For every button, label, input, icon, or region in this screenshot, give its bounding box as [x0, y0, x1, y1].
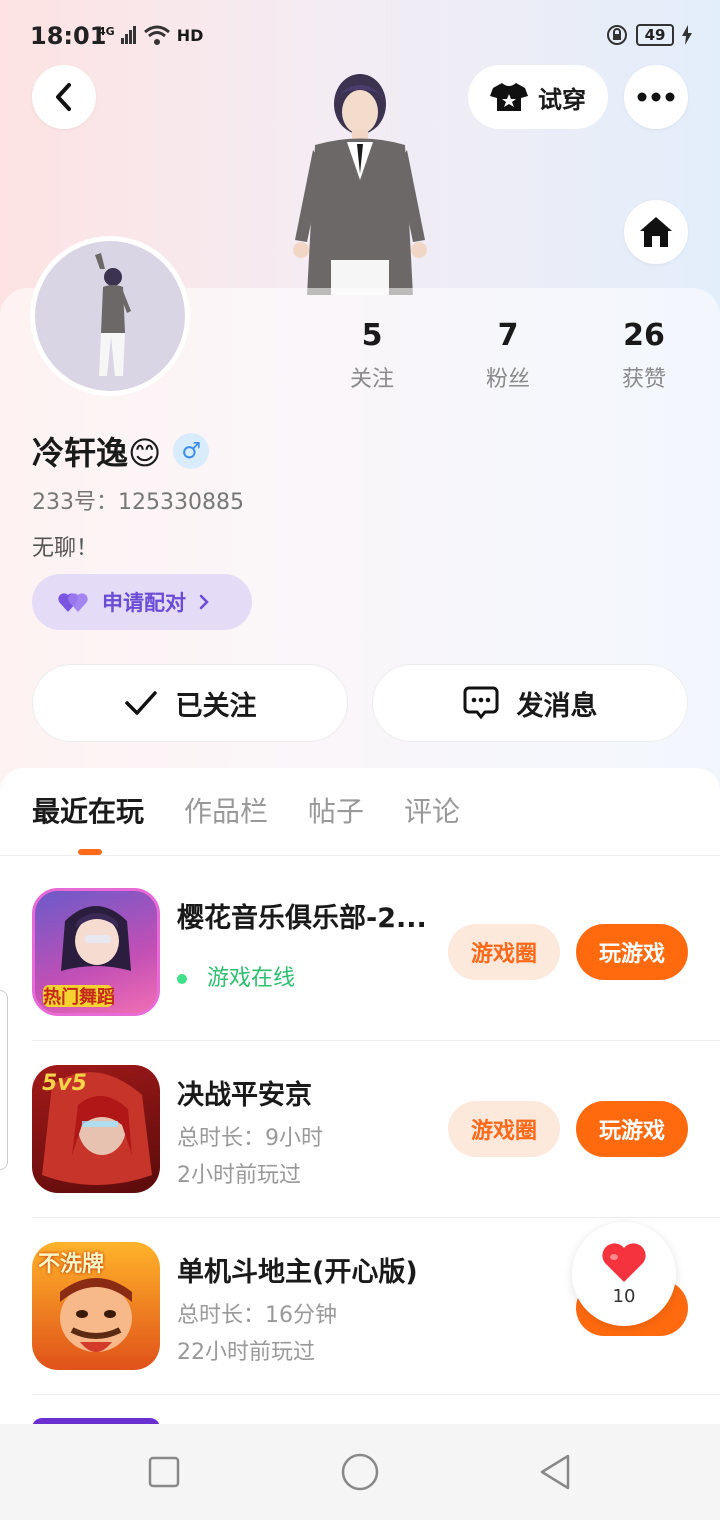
stat-likes[interactable]: 26 获赞: [576, 318, 712, 393]
check-icon: [124, 691, 157, 715]
game-online-status: 游戏在线: [177, 960, 295, 992]
status-time: 18:01: [30, 22, 107, 50]
game-icon-text: 热门舞蹈: [43, 987, 115, 1008]
tab-bar: 最近在玩 作品栏 帖子 评论: [32, 790, 460, 830]
stat-label: 关注: [349, 367, 394, 392]
send-message-button[interactable]: 发消息: [372, 664, 688, 742]
user-id: 233号：125330885: [32, 490, 244, 515]
game-last-played: 22小时前玩过: [177, 1340, 315, 1365]
play-game-button[interactable]: 玩游戏: [576, 924, 688, 980]
online-dot-icon: [177, 974, 187, 984]
charging-icon: [682, 25, 692, 45]
avatar-figure-icon: [95, 253, 131, 376]
side-drawer-handle[interactable]: [0, 990, 8, 1170]
game-icon[interactable]: 不洗牌: [32, 1242, 160, 1370]
try-on-label: 试穿: [538, 85, 586, 114]
stats-row: 5 关注 7 粉丝 26 获赞: [304, 318, 712, 393]
heart-icon: [602, 1242, 646, 1282]
home-nav-icon[interactable]: [340, 1452, 380, 1492]
avatar-3d-figure: [285, 70, 435, 295]
wifi-icon: [143, 25, 170, 45]
male-gender-icon: ♂: [173, 433, 210, 469]
battery-icon: 49: [636, 24, 674, 46]
divider: [32, 1394, 720, 1395]
status-icons: 4G HD: [98, 24, 203, 46]
hd-icon: HD: [176, 25, 204, 45]
more-dots-icon: [637, 92, 675, 102]
chat-bubble-icon: [463, 686, 498, 720]
divider: [0, 855, 720, 856]
tshirt-icon: [490, 83, 528, 111]
chevron-right-icon: [199, 594, 209, 610]
system-nav-bar: [0, 1424, 720, 1520]
list-item[interactable]: 热门舞蹈 樱花音乐俱乐部-2... 游戏在线 游戏圈 玩游戏: [32, 888, 688, 1018]
try-on-button[interactable]: 试穿: [468, 65, 608, 129]
double-heart-icon: [58, 593, 88, 612]
game-icon-text: 不洗牌: [38, 1252, 105, 1277]
game-duration: 总时长：16分钟: [177, 1303, 337, 1328]
game-circle-button[interactable]: 游戏圈: [448, 924, 560, 980]
game-duration: 总时长：9小时: [177, 1126, 323, 1151]
home-icon: [640, 217, 672, 247]
avatar[interactable]: [30, 236, 190, 396]
back-button[interactable]: [32, 65, 96, 129]
stat-number: 5: [361, 318, 383, 353]
play-game-button[interactable]: 玩游戏: [576, 1101, 688, 1157]
chevron-left-icon: [56, 83, 71, 111]
like-float-button[interactable]: 10: [572, 1222, 676, 1326]
stat-label: 粉丝: [485, 367, 530, 392]
followed-label: 已关注: [175, 690, 257, 722]
apply-match-label: 申请配对: [102, 591, 186, 615]
nickname: 冷轩逸😊: [32, 434, 162, 472]
status-right: 49: [606, 24, 692, 46]
game-icon-text: 5v5: [42, 1071, 87, 1096]
game-icon[interactable]: 热门舞蹈: [32, 888, 160, 1016]
list-item[interactable]: 5v5 决战平安京 总时长：9小时 2小时前玩过 游戏圈 玩游戏: [32, 1065, 688, 1195]
tab-posts[interactable]: 帖子: [308, 790, 364, 830]
tab-recent-games[interactable]: 最近在玩: [32, 790, 144, 830]
stat-number: 26: [623, 318, 665, 353]
recent-apps-icon[interactable]: [144, 1452, 184, 1492]
game-last-played: 2小时前玩过: [177, 1163, 301, 1188]
tab-works[interactable]: 作品栏: [184, 790, 268, 830]
stat-label: 获赞: [621, 367, 666, 392]
game-title: 决战平安京: [177, 1080, 312, 1111]
lock-rotation-icon: [607, 25, 627, 45]
stat-following[interactable]: 5 关注: [304, 318, 440, 393]
tab-comments[interactable]: 评论: [404, 790, 460, 830]
signal-bars-icon: [120, 26, 136, 44]
game-icon[interactable]: 5v5: [32, 1065, 160, 1193]
home-button[interactable]: [624, 200, 688, 264]
followed-button[interactable]: 已关注: [32, 664, 348, 742]
stat-number: 7: [497, 318, 519, 353]
game-title: 樱花音乐俱乐部-2...: [177, 903, 427, 934]
divider: [32, 1040, 720, 1041]
send-message-label: 发消息: [516, 690, 598, 722]
status-bar: 18:01 4G HD 49: [0, 0, 720, 72]
signal-icon: 4G: [98, 24, 115, 38]
back-nav-icon[interactable]: [536, 1452, 576, 1492]
stat-followers[interactable]: 7 粉丝: [440, 318, 576, 393]
nickname-row: 冷轩逸😊 ♂: [32, 428, 210, 474]
like-count: 10: [612, 1285, 636, 1307]
apply-match-button[interactable]: 申请配对: [32, 574, 252, 630]
bio: 无聊！: [32, 536, 99, 561]
more-button[interactable]: [624, 65, 688, 129]
game-title: 单机斗地主(开心版): [177, 1257, 418, 1288]
divider: [32, 1217, 720, 1218]
game-circle-button[interactable]: 游戏圈: [448, 1101, 560, 1157]
